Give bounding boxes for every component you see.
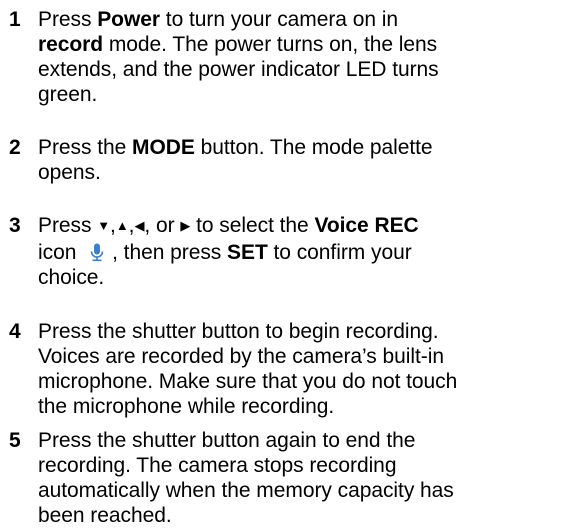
step-line: icon , then press SET to confirm your (38, 241, 412, 264)
step-line: choice. (38, 266, 105, 289)
step-number: 4 (9, 320, 21, 343)
step-line: the microphone while recording. (38, 395, 335, 418)
step-line: Press ▼,▲,◀, or ▶ to select the Voice RE… (38, 214, 419, 237)
bold-term: SET (227, 241, 268, 264)
bold-term: record (38, 33, 104, 56)
bold-term: MODE (132, 136, 195, 159)
arrow-glyph: ◀ (134, 218, 145, 233)
step-text: Press the shutter button again to end th… (38, 428, 573, 528)
step-line: record mode. The power turns on, the len… (38, 33, 438, 56)
instruction-page: 1 Press Power to turn your camera on in r… (0, 0, 573, 527)
step-line: opens. (38, 161, 101, 184)
step-line: extends, and the power indicator LED tur… (38, 58, 439, 81)
arrow-glyph: ▶ (180, 218, 191, 233)
step-number: 3 (9, 214, 21, 237)
step-number: 5 (9, 429, 21, 452)
microphone-icon (90, 243, 104, 262)
step-text: Press Power to turn your camera on in rec… (38, 7, 573, 107)
step-line: Press the shutter button to begin record… (38, 320, 439, 343)
step-line: microphone. Make sure that you do not to… (38, 370, 458, 393)
step-number: 1 (9, 8, 21, 31)
bold-term: Power (97, 8, 160, 31)
step-line: Press the shutter button again to end th… (38, 429, 416, 452)
step-line: Voices are recorded by the camera’s buil… (38, 345, 444, 368)
step-text: Press the MODE button. The mode palette o… (38, 135, 573, 185)
arrow-glyph: ▲ (115, 218, 129, 233)
step-line: automatically when the memory capacity h… (38, 479, 454, 502)
step-line: Press Power to turn your camera on in (38, 8, 398, 31)
step-line: green. (38, 83, 98, 106)
step-line: recording. The camera stops recording (38, 454, 397, 477)
step-line: Press the MODE button. The mode palette (38, 136, 433, 159)
step-text: Press ▼,▲,◀, or ▶ to select the Voice RE… (38, 213, 573, 290)
step-number: 2 (9, 136, 21, 159)
arrow-glyph: ▼ (97, 218, 111, 233)
bold-term: Voice REC (314, 214, 419, 237)
step-text: Press the shutter button to begin record… (38, 319, 573, 419)
step-line: been reached. (38, 504, 172, 527)
